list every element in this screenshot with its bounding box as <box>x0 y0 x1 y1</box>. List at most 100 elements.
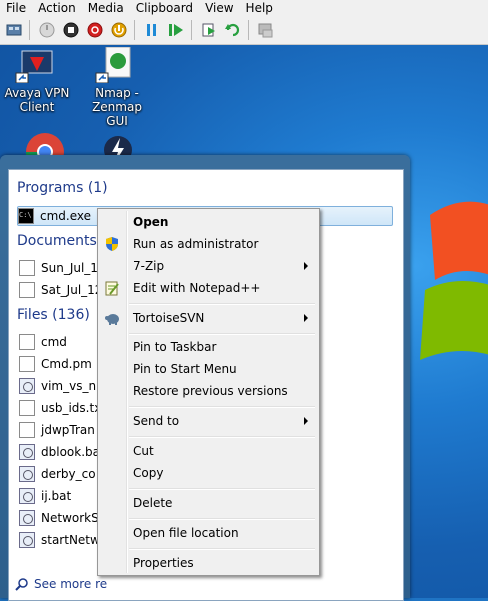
group-programs-header[interactable]: Programs (1) <box>17 180 108 196</box>
result-label: ij.bat <box>41 489 72 503</box>
menu-help[interactable]: Help <box>240 1 279 15</box>
menu-item-label: Copy <box>133 466 164 480</box>
menu-separator <box>129 436 315 438</box>
menu-item-label: Open <box>133 215 169 229</box>
start-icon[interactable] <box>37 20 57 40</box>
result-label: Sat_Jul_12 <box>41 283 103 297</box>
list-item[interactable]: ij.bat <box>19 486 71 506</box>
result-label: Sun_Jul_1 <box>41 261 98 275</box>
list-item[interactable]: jdwpTran <box>19 420 95 440</box>
uac-shield-icon <box>106 237 118 251</box>
ctrl-alt-del-icon[interactable] <box>4 20 24 40</box>
menu-item-copy[interactable]: Copy <box>100 463 317 483</box>
menu-item-label: Send to <box>133 414 180 428</box>
menu-item-edit-notepadpp[interactable]: Edit with Notepad++ <box>100 278 317 298</box>
desktop-icon-label: Zenmap GUI <box>92 100 142 128</box>
menu-item-open-file-location[interactable]: Open file location <box>100 523 317 543</box>
toolbar-separator <box>248 20 249 40</box>
menu-item-restore-versions[interactable]: Restore previous versions <box>100 381 317 401</box>
result-label: startNetw <box>41 533 100 547</box>
menu-item-delete[interactable]: Delete <box>100 493 317 513</box>
desktop-icon-label: Nmap - <box>95 86 139 100</box>
host-toolbar <box>0 16 488 45</box>
list-item[interactable]: startNetw <box>19 530 100 550</box>
windows-logo-wallpaper <box>420 201 488 360</box>
desktop-icon-avaya-vpn[interactable]: Avaya VPN Client <box>2 47 72 114</box>
list-item[interactable]: Sat_Jul_12 <box>19 280 102 300</box>
result-label: vim_vs_n <box>41 379 97 393</box>
menu-item-label: Pin to Taskbar <box>133 340 217 354</box>
menu-item-cut[interactable]: Cut <box>100 441 317 461</box>
menu-view[interactable]: View <box>199 1 239 15</box>
group-files-header[interactable]: Files (136) <box>17 307 90 323</box>
list-item[interactable]: derby_co <box>19 464 96 484</box>
pause-icon[interactable] <box>142 20 162 40</box>
menu-clipboard[interactable]: Clipboard <box>130 1 199 15</box>
script-file-icon <box>19 532 35 548</box>
result-label: dblook.ba <box>41 445 100 459</box>
menu-item-run-as-admin[interactable]: Run as administrator <box>100 234 317 254</box>
submenu-arrow-icon <box>304 314 308 322</box>
document-icon <box>19 422 35 438</box>
menu-item-label: Delete <box>133 496 173 510</box>
result-label: jdwpTran <box>41 423 95 437</box>
menu-separator <box>129 488 315 490</box>
script-file-icon <box>19 444 35 460</box>
menu-item-pin-taskbar[interactable]: Pin to Taskbar <box>100 337 317 357</box>
menu-separator <box>129 548 315 550</box>
save-state-icon[interactable] <box>109 20 129 40</box>
desktop-icon-label: Client <box>19 100 55 114</box>
toolbar-separator <box>191 20 192 40</box>
submenu-arrow-icon <box>304 417 308 425</box>
notepadpp-icon <box>105 281 119 296</box>
list-item[interactable]: dblook.ba <box>19 442 100 462</box>
result-label: usb_ids.tx <box>41 401 102 415</box>
toolbar-separator <box>29 20 30 40</box>
result-label: cmd <box>41 335 67 349</box>
toolbar-separator <box>134 20 135 40</box>
menu-item-open[interactable]: Open <box>100 212 317 232</box>
menu-item-label: Pin to Start Menu <box>133 362 237 376</box>
avaya-vpn-icon <box>14 47 60 84</box>
desktop-icon-label: Avaya VPN <box>4 86 70 100</box>
snapshot-icon[interactable] <box>199 20 219 40</box>
menu-item-label: TortoiseSVN <box>133 311 205 325</box>
menu-item-tortoisesvn[interactable]: TortoiseSVN <box>100 308 317 328</box>
nmap-zenmap-icon <box>94 46 140 84</box>
menu-item-label: 7-Zip <box>133 259 165 273</box>
menu-media[interactable]: Media <box>82 1 130 15</box>
menu-separator <box>129 518 315 520</box>
menu-item-label: Open file location <box>133 526 239 540</box>
list-item[interactable]: NetworkS <box>19 508 99 528</box>
menu-item-pin-start[interactable]: Pin to Start Menu <box>100 359 317 379</box>
desktop-icon-nmap[interactable]: Nmap - Zenmap GUI <box>82 46 152 128</box>
document-icon <box>19 356 35 372</box>
menu-file[interactable]: File <box>0 1 32 15</box>
tortoisesvn-icon <box>105 314 119 325</box>
search-icon <box>15 578 28 591</box>
revert-icon[interactable] <box>223 20 243 40</box>
command-prompt-icon: C:\ <box>18 208 34 224</box>
list-item[interactable]: usb_ids.tx <box>19 398 101 418</box>
shut-down-icon[interactable] <box>85 20 105 40</box>
list-item[interactable]: cmd <box>19 332 67 352</box>
menu-item-properties[interactable]: Properties <box>100 553 317 573</box>
document-icon <box>19 334 35 350</box>
menu-item-7zip[interactable]: 7-Zip <box>100 256 317 276</box>
list-item[interactable]: Cmd.pm <box>19 354 92 374</box>
context-menu: Open Run as administrator 7-Zip Edit wit… <box>97 208 320 576</box>
document-icon <box>19 260 35 276</box>
submenu-arrow-icon <box>304 262 308 270</box>
turn-off-icon[interactable] <box>61 20 81 40</box>
see-more-results-link[interactable]: See more re <box>15 577 107 591</box>
menu-item-send-to[interactable]: Send to <box>100 411 317 431</box>
resume-icon[interactable] <box>166 20 186 40</box>
list-item[interactable]: Sun_Jul_1 <box>19 258 98 278</box>
menu-action[interactable]: Action <box>32 1 82 15</box>
document-icon <box>19 282 35 298</box>
menu-item-label: Properties <box>133 556 194 570</box>
script-file-icon <box>19 510 35 526</box>
enhanced-session-icon[interactable] <box>256 20 276 40</box>
menu-item-label: Run as administrator <box>133 237 259 251</box>
list-item[interactable]: vim_vs_n <box>19 376 96 396</box>
